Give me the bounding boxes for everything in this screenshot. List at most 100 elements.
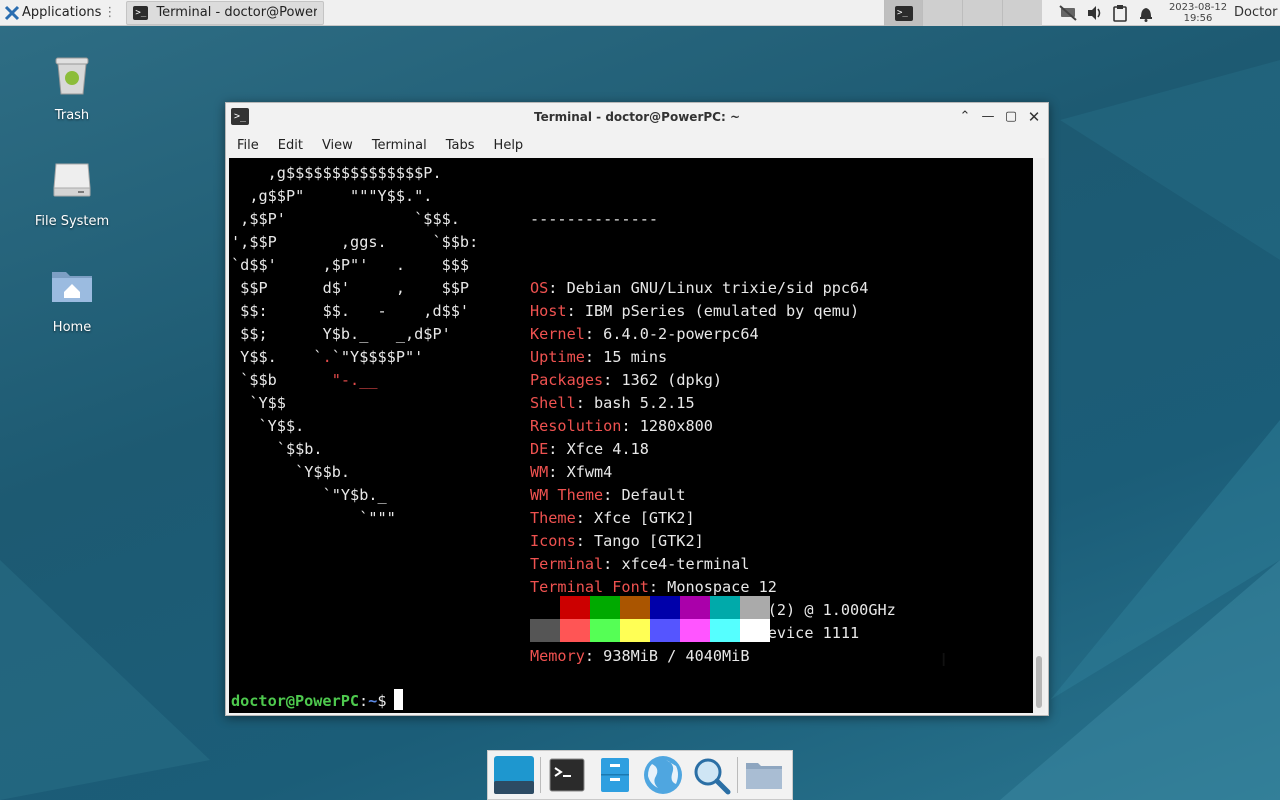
user-menu[interactable]: Doctor	[1234, 5, 1278, 20]
dock-app-finder[interactable]	[689, 753, 733, 797]
file-manager-icon	[601, 758, 629, 792]
notifications-bell-icon[interactable]	[1138, 4, 1154, 22]
info-value: Xfce [GTK2]	[594, 509, 695, 527]
volume-icon[interactable]	[1086, 4, 1104, 22]
menu-tabs[interactable]: Tabs	[435, 133, 483, 157]
applications-label: Applications	[22, 5, 102, 20]
info-row: Packages: 1362 (dpkg)	[530, 369, 896, 392]
info-row: Uptime: 15 mins	[530, 346, 896, 369]
dock-separator	[540, 757, 541, 793]
dock-file-manager[interactable]	[593, 753, 637, 797]
info-value: 6.4.0-2-powerpc64	[603, 325, 759, 343]
taskbar-terminal-button[interactable]: >_ Terminal - doctor@Power...	[126, 0, 325, 25]
trash-icon	[55, 57, 89, 95]
info-key: WM	[530, 463, 549, 481]
info-row: OS: Debian GNU/Linux trixie/sid ppc64	[530, 277, 896, 300]
workspace-2[interactable]	[922, 0, 962, 26]
menu-help[interactable]: Help	[483, 133, 532, 157]
menu-file[interactable]: File	[226, 133, 267, 157]
info-key: Theme	[530, 509, 576, 527]
palette-swatch	[710, 619, 740, 642]
info-value: xfce4-terminal	[621, 555, 750, 573]
top-panel: Applications ⋮ >_ Terminal - doctor@Powe…	[0, 0, 1280, 26]
info-colon: :	[648, 578, 668, 596]
logo-line: $$: $$. - ,d$$'	[240, 302, 470, 320]
info-key: Uptime	[530, 348, 585, 366]
info-value: Monospace 12	[667, 578, 777, 596]
workspace-1[interactable]: >_	[884, 0, 922, 26]
logo-line: `$$b "-.__	[240, 371, 378, 389]
info-colon: :	[575, 532, 595, 550]
taskbar-terminal-label: Terminal - doctor@Power...	[156, 5, 318, 20]
info-row: WM Theme: Default	[530, 484, 896, 507]
logo-swirl-char: -	[340, 371, 351, 389]
logo-line: ',$$P ,ggs. `$$b:	[231, 233, 479, 251]
info-row: Resolution: 1280x800	[530, 415, 896, 438]
info-colon: :	[621, 417, 640, 435]
workspace-4[interactable]	[1002, 0, 1042, 26]
prompt-colon: :	[359, 692, 369, 710]
palette-swatch	[740, 596, 770, 619]
window-titlebar[interactable]: >_ Terminal - doctor@PowerPC: ~ ⌃ — ▢ ✕	[226, 103, 1048, 133]
window-menu-chevron-up-icon[interactable]: ⌃	[957, 109, 973, 125]
info-colon: :	[603, 371, 622, 389]
info-row: Theme: Xfce [GTK2]	[530, 507, 896, 530]
logo-swirl-char: _	[359, 371, 369, 389]
home-label: Home	[52, 320, 92, 335]
network-icon[interactable]	[1058, 4, 1078, 22]
desktop-icon-filesystem[interactable]: File System	[22, 156, 122, 229]
terminal-output[interactable]: ,g$$$$$$$$$$$$$$$P. ,g$$P" """Y$$.". ,$$…	[229, 158, 1033, 713]
info-value: 15 mins	[603, 348, 668, 366]
palette-swatch	[680, 619, 710, 642]
info-colon: :	[548, 440, 567, 458]
mouse-ibeam-cursor-icon: I	[941, 650, 947, 671]
maximize-button[interactable]: ▢	[1003, 109, 1019, 125]
info-key: Terminal	[530, 555, 604, 573]
workspace-3[interactable]	[962, 0, 1002, 26]
minimize-button[interactable]: —	[980, 109, 996, 125]
dock-web-browser[interactable]	[641, 753, 685, 797]
palette-row-normal	[530, 596, 770, 619]
logo-line: `d$$' ,$P"' . $$$	[231, 256, 470, 274]
clock-date: 2023-08-12	[1168, 2, 1228, 13]
terminal-scrollbar[interactable]	[1033, 158, 1045, 713]
info-key: OS	[530, 279, 549, 297]
info-key: Icons	[530, 532, 576, 550]
folder-icon	[746, 763, 782, 789]
panel-clock[interactable]: 2023-08-12 19:56	[1166, 2, 1230, 24]
dock-home-folder[interactable]	[742, 753, 786, 797]
logo-swirl-char	[405, 279, 414, 297]
info-value: 938MiB / 4040MiB	[603, 647, 750, 665]
menu-terminal[interactable]: Terminal	[361, 133, 435, 157]
info-row: Icons: Tango [GTK2]	[530, 530, 896, 553]
scrollbar-thumb[interactable]	[1036, 656, 1042, 708]
desktop-icon-home[interactable]: Home	[22, 262, 122, 335]
palette-swatch	[530, 619, 560, 642]
clipboard-icon[interactable]	[1112, 4, 1128, 22]
neofetch-info: -------------- OS: Debian GNU/Linux trix…	[530, 162, 896, 668]
info-value: Debian GNU/Linux trixie/sid ppc64	[566, 279, 869, 297]
terminal-window[interactable]: >_ Terminal - doctor@PowerPC: ~ ⌃ — ▢ ✕ …	[225, 102, 1049, 716]
info-separator: --------------	[530, 210, 659, 228]
info-colon: :	[603, 555, 622, 573]
info-key: WM Theme	[530, 486, 604, 504]
info-value: Tango [GTK2]	[594, 532, 704, 550]
menu-view[interactable]: View	[311, 133, 361, 157]
palette-row-bright	[530, 619, 770, 642]
desktop-icon-trash[interactable]: Trash	[22, 50, 122, 123]
menu-edit[interactable]: Edit	[267, 133, 311, 157]
info-row: Host: IBM pSeries (emulated by qemu)	[530, 300, 896, 323]
logo-line: $$P d$' , $$P	[240, 279, 470, 297]
dock-show-desktop[interactable]	[492, 753, 536, 797]
close-button[interactable]: ✕	[1026, 109, 1042, 125]
shell-prompt[interactable]: doctor@PowerPC:~$	[231, 689, 404, 713]
info-key: Shell	[530, 394, 576, 412]
applications-menu-button[interactable]: Applications ⋮	[0, 0, 120, 26]
info-key: Memory	[530, 647, 585, 665]
dock-terminal[interactable]	[545, 753, 589, 797]
info-colon: :	[584, 325, 604, 343]
logo-line: `$$b.	[276, 440, 323, 458]
app-finder-search-icon	[694, 758, 731, 795]
logo-line: `"Y$b._	[322, 486, 387, 504]
logo-swirl-char	[387, 302, 396, 320]
